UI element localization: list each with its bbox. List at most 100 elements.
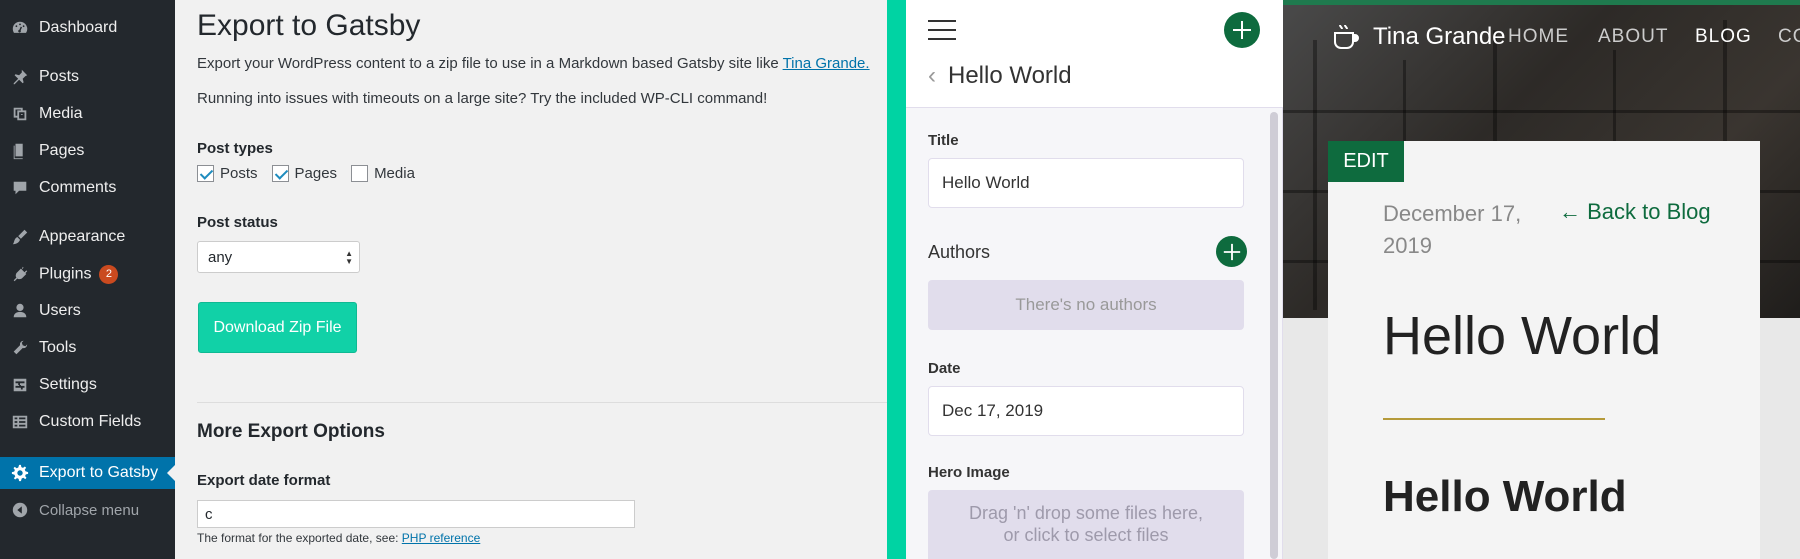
post-status-select[interactable]: any ▲ ▼ bbox=[197, 241, 360, 273]
authors-empty-state: There's no authors bbox=[928, 280, 1244, 330]
php-reference-link[interactable]: PHP reference bbox=[402, 531, 481, 545]
sidebar-item-label: Collapse menu bbox=[39, 501, 140, 519]
tina-cms-sidebar: ‹ Hello World Title Hello World Authors … bbox=[906, 0, 1283, 559]
post-title: Hello World bbox=[1383, 306, 1662, 366]
nav-blog[interactable]: BLOG bbox=[1695, 26, 1752, 48]
pages-icon bbox=[10, 141, 30, 161]
wp-admin-sidebar: Dashboard Posts Media Pages Comments App… bbox=[0, 0, 175, 559]
dropzone-text-line2: or click to select files bbox=[1003, 525, 1169, 545]
title-underline bbox=[1383, 418, 1605, 420]
select-arrows-icon: ▲ ▼ bbox=[345, 249, 353, 266]
back-to-list-button[interactable]: ‹ Hello World bbox=[928, 62, 1072, 90]
date-field-label: Date bbox=[928, 360, 961, 377]
sidebar-item-label: Appearance bbox=[39, 228, 126, 245]
table-icon bbox=[10, 412, 30, 432]
post-status-label: Post status bbox=[197, 214, 278, 231]
gear-icon bbox=[10, 463, 30, 483]
sidebar-item-pages[interactable]: Pages bbox=[0, 135, 175, 167]
sidebar-item-label: Users bbox=[39, 302, 81, 319]
active-indicator-arrow bbox=[167, 465, 175, 481]
sidebar-item-custom-fields[interactable]: Custom Fields bbox=[0, 406, 175, 438]
sidebar-item-appearance[interactable]: Appearance bbox=[0, 221, 175, 253]
collapse-icon bbox=[10, 500, 30, 520]
download-zip-button[interactable]: Download Zip File bbox=[198, 302, 357, 353]
tina-header: ‹ Hello World bbox=[906, 0, 1283, 108]
back-to-blog-link[interactable]: ← Back to Blog bbox=[1559, 199, 1711, 225]
date-format-input[interactable]: c bbox=[197, 500, 635, 528]
sidebar-item-label: Posts bbox=[39, 68, 80, 85]
plus-icon bbox=[1233, 21, 1251, 39]
post-type-posts[interactable]: Posts bbox=[197, 165, 258, 182]
hero-image-dropzone[interactable]: Drag 'n' drop some files here, or click … bbox=[928, 490, 1244, 559]
posts-checkbox-label: Posts bbox=[220, 165, 258, 182]
sidebar-item-media[interactable]: Media bbox=[0, 98, 175, 130]
coffee-cup-icon bbox=[1334, 24, 1359, 49]
section-divider bbox=[197, 402, 887, 403]
date-field-input[interactable]: Dec 17, 2019 bbox=[928, 386, 1244, 436]
export-to-gatsby-page: Export to Gatsby Export your WordPress c… bbox=[175, 0, 887, 559]
create-content-button[interactable] bbox=[1224, 12, 1260, 48]
comments-icon bbox=[10, 178, 30, 198]
dashboard-icon bbox=[10, 18, 30, 38]
posts-checkbox[interactable] bbox=[197, 165, 214, 182]
sidebar-item-posts[interactable]: Posts bbox=[0, 61, 175, 93]
pages-checkbox[interactable] bbox=[271, 165, 289, 182]
media-icon bbox=[10, 104, 30, 124]
post-types-group: Posts Pages Media bbox=[197, 165, 429, 182]
top-accent-bar bbox=[1283, 0, 1800, 5]
authors-label: Authors bbox=[928, 242, 991, 262]
collapse-menu-button[interactable]: Collapse menu bbox=[0, 494, 175, 526]
post-type-media[interactable]: Media bbox=[351, 165, 415, 182]
media-checkbox-label: Media bbox=[374, 165, 415, 182]
nav-contact[interactable]: CO bbox=[1778, 26, 1800, 48]
sidebar-item-label: Dashboard bbox=[39, 19, 118, 36]
blog-preview: Tina Grande HOME ABOUT BLOG CO EDIT Dece… bbox=[1283, 0, 1800, 559]
sidebar-item-label: Comments bbox=[39, 179, 117, 196]
sidebar-item-comments[interactable]: Comments bbox=[0, 172, 175, 204]
sidebar-item-plugins[interactable]: Plugins 2 bbox=[0, 258, 175, 290]
date-format-help: The format for the exported date, see: P… bbox=[197, 531, 481, 545]
intro-text: Export your WordPress content to a zip f… bbox=[197, 55, 870, 72]
users-icon bbox=[10, 301, 30, 321]
sidebar-item-label: Tools bbox=[39, 339, 77, 356]
sidebar-item-export-to-gatsby[interactable]: Export to Gatsby bbox=[0, 457, 175, 489]
title-field-input[interactable]: Hello World bbox=[928, 158, 1244, 208]
teal-divider bbox=[887, 0, 906, 559]
sidebar-item-label: Settings bbox=[39, 376, 97, 393]
hero-image-label: Hero Image bbox=[928, 464, 1010, 481]
sidebar-item-dashboard[interactable]: Dashboard bbox=[0, 12, 175, 44]
more-options-title: More Export Options bbox=[197, 421, 385, 442]
nav-about[interactable]: ABOUT bbox=[1598, 26, 1668, 48]
nav-home[interactable]: HOME bbox=[1508, 26, 1569, 48]
timeout-note: Running into issues with timeouts on a l… bbox=[197, 90, 768, 107]
sidebar-item-users[interactable]: Users bbox=[0, 295, 175, 327]
post-type-pages[interactable]: Pages bbox=[271, 165, 338, 182]
tina-grande-link[interactable]: Tina Grande. bbox=[783, 55, 870, 72]
sidebar-item-tools[interactable]: Tools bbox=[0, 332, 175, 364]
hamburger-menu-icon[interactable] bbox=[928, 20, 956, 40]
brush-icon bbox=[10, 227, 30, 247]
sidebar-item-label: Custom Fields bbox=[39, 413, 142, 430]
add-author-button[interactable] bbox=[1216, 236, 1247, 267]
chevron-left-icon: ‹ bbox=[928, 62, 936, 89]
pin-icon bbox=[10, 67, 30, 87]
site-brand[interactable]: Tina Grande bbox=[1331, 22, 1506, 52]
site-name: Tina Grande bbox=[1373, 23, 1506, 50]
dropzone-text-line1: Drag 'n' drop some files here, bbox=[969, 503, 1203, 523]
sidebar-item-label: Pages bbox=[39, 142, 85, 159]
pages-checkbox-label: Pages bbox=[294, 165, 338, 182]
title-field-label: Title bbox=[928, 132, 959, 149]
sidebar-item-label: Export to Gatsby bbox=[39, 464, 159, 481]
post-date: December 17, 2019 bbox=[1383, 201, 1522, 258]
date-format-label: Export date format bbox=[197, 472, 331, 489]
sidebar-item-label: Plugins 2 bbox=[39, 264, 119, 284]
sidebar-scrollbar[interactable] bbox=[1270, 112, 1278, 559]
sidebar-item-settings[interactable]: Settings bbox=[0, 369, 175, 401]
plus-icon bbox=[1223, 243, 1240, 260]
media-checkbox[interactable] bbox=[351, 165, 369, 182]
wrench-icon bbox=[10, 338, 30, 358]
settings-icon bbox=[10, 375, 30, 395]
edit-mode-tag[interactable]: EDIT bbox=[1328, 141, 1404, 182]
sidebar-item-label: Media bbox=[39, 105, 83, 122]
form-title: Hello World bbox=[948, 62, 1072, 89]
